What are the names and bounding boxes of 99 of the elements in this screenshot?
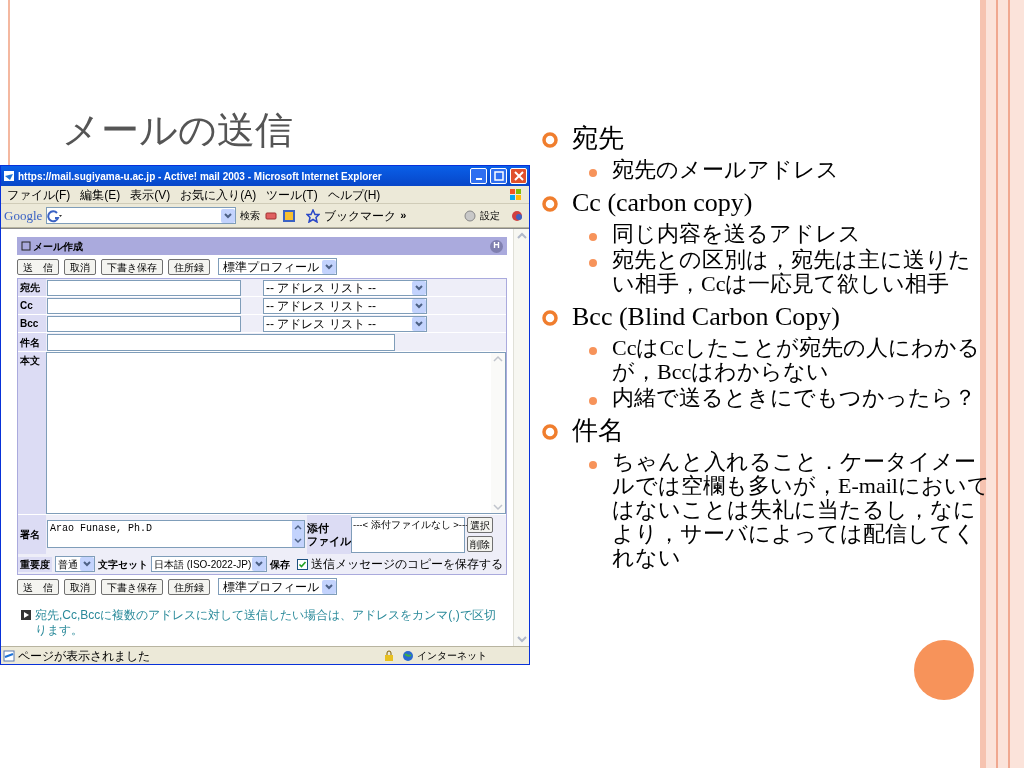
address-list-dropdown[interactable]: -- アドレス リスト -- — [263, 298, 427, 314]
address-field[interactable] — [47, 280, 241, 296]
windows-flag-icon — [509, 187, 523, 202]
page-icon — [3, 649, 15, 662]
form-button[interactable]: 下書き保存 — [101, 258, 163, 275]
star-icon — [306, 208, 321, 223]
sub-bullet-text: 内緒で送るときにでもつかったら？ — [612, 386, 977, 410]
bullet-text: 宛先 — [572, 123, 624, 155]
window-title: https://mail.sugiyama-u.ac.jp - Active! mail 2003 - Microsoft Internet Explorer — [18, 169, 383, 184]
dot-bullet-icon — [588, 396, 598, 406]
settings-icon — [464, 209, 476, 222]
sub-bullet-text: CcはCcしたことが宛先の人にわかるが，Bccはわからない — [612, 336, 981, 384]
info-note: 宛先,Cc,Bccに複数のアドレスに対して送信したい場合は、アドレスをカンマ(,)で区切ります。 — [35, 608, 497, 638]
panel-title: メール作成 — [33, 239, 83, 254]
dot-bullet-icon — [588, 258, 598, 268]
charset-dropdown[interactable]: 日本語 (ISO-2022-JP) — [151, 556, 267, 572]
help-button[interactable]: H — [490, 239, 503, 253]
menu-item[interactable]: ファイル(F) — [7, 185, 71, 204]
menu-item[interactable]: お気に入り(A) — [180, 185, 257, 204]
field-label: ファイル — [307, 534, 351, 548]
form-button[interactable]: 送 信 — [17, 258, 59, 275]
ring-bullet-icon — [540, 422, 560, 442]
bullet-text: 件名 — [572, 415, 624, 447]
sub-bullet-text: ちゃんと入れること．ケータイメールでは空欄も多いが，E-mailにおいてはないことは失礼に当たるし，なにより，サーバによっては配信してくれない — [612, 450, 990, 570]
form-button[interactable]: 下書き保存 — [101, 578, 163, 595]
address-list-dropdown[interactable]: -- アドレス リスト -- — [263, 316, 427, 332]
bullet-text: Cc (carbon copy) — [572, 187, 753, 219]
field-label: Bcc — [18, 315, 46, 332]
address-list-dropdown[interactable]: -- アドレス リスト -- — [263, 280, 427, 296]
address-field[interactable] — [47, 298, 241, 314]
more-button[interactable]: » — [400, 207, 407, 224]
maximize-icon — [492, 170, 505, 182]
form-button[interactable]: 住所録 — [168, 258, 210, 275]
sub-bullet-text: 宛先との区別は，宛先は主に送りたい相手，Ccは一応見て欲しい相手 — [612, 248, 972, 296]
dropdown-text: -- アドレス リスト -- — [266, 298, 376, 315]
maximize-button[interactable] — [490, 168, 507, 184]
form-button[interactable]: 取消 — [64, 258, 96, 275]
search-field[interactable] — [46, 207, 237, 224]
ring-bullet-icon — [540, 308, 560, 328]
dot-bullet-icon — [588, 460, 598, 470]
checkbox[interactable] — [297, 558, 308, 570]
page-icon — [3, 170, 15, 182]
dropdown-text: 普通 — [58, 557, 78, 572]
field-label: 保存 — [270, 557, 290, 572]
google-g-icon — [47, 208, 64, 223]
body-field[interactable] — [46, 352, 506, 514]
search-button[interactable]: 検索 — [240, 208, 261, 223]
field-label: 宛先 — [18, 279, 46, 296]
status-text: ページが表示されました — [18, 647, 151, 665]
signature-text: Arao Funase, Ph.D — [49, 522, 153, 536]
close-icon — [512, 170, 525, 182]
dropdown-text: -- アドレス リスト -- — [266, 316, 376, 333]
signature-field[interactable]: Arao Funase, Ph.D — [47, 520, 305, 548]
form-button[interactable]: 送 信 — [17, 578, 59, 595]
field-label: Cc — [18, 297, 46, 314]
square-icon — [21, 241, 31, 251]
subject-field[interactable] — [47, 334, 395, 351]
menu-item[interactable]: 編集(E) — [80, 185, 121, 204]
circle-decoration — [914, 640, 974, 700]
menu-item[interactable]: ヘルプ(H) — [327, 185, 381, 204]
ring-bullet-icon — [540, 194, 560, 214]
zone-text: インターネット — [417, 649, 488, 663]
scrollbar[interactable] — [513, 229, 529, 646]
field-label: 署名 — [18, 515, 46, 554]
minimize-icon — [475, 178, 482, 180]
address-field[interactable] — [47, 316, 241, 332]
google-logo: Google — [4, 206, 43, 225]
close-button[interactable] — [510, 168, 527, 184]
bullet-text: Bcc (Blind Carbon Copy) — [572, 301, 840, 333]
form-button[interactable]: 削除 — [467, 536, 493, 552]
dropdown-text: -- アドレス リスト -- — [266, 280, 376, 297]
field-label: 本文 — [18, 352, 46, 514]
ring-bullet-icon — [540, 130, 560, 150]
dot-bullet-icon — [588, 168, 598, 178]
field-label: 文字セット — [98, 557, 148, 572]
dot-bullet-icon — [588, 232, 598, 242]
slide-title: メールの送信 — [62, 108, 293, 153]
dot-bullet-icon — [588, 346, 598, 356]
sub-bullet-text: 同じ内容を送るアドレス — [612, 222, 862, 246]
globe-icon — [402, 649, 414, 662]
checkbox-label[interactable]: 送信メッセージのコピーを保存する — [311, 555, 503, 573]
menu-item[interactable]: 表示(V) — [130, 185, 171, 204]
menu-item[interactable]: ツール(T) — [266, 185, 318, 204]
field-label: 件名 — [18, 333, 46, 351]
form-button[interactable]: 取消 — [64, 578, 96, 595]
sub-bullet-text: 宛先のメールアドレス — [612, 158, 840, 182]
lock-icon — [383, 649, 395, 662]
priority-dropdown[interactable]: 普通 — [55, 556, 95, 572]
field-label: 重要度 — [18, 556, 52, 572]
profile-text: 標準プロフィール — [223, 258, 319, 276]
form-button[interactable]: 住所録 — [168, 578, 210, 595]
minimize-button[interactable] — [470, 168, 487, 184]
bookmarks-button[interactable]: ブックマーク — [324, 206, 397, 225]
form-button[interactable]: 選択 — [467, 517, 493, 533]
play-icon — [21, 610, 31, 620]
profile-text: 標準プロフィール — [223, 578, 319, 596]
field-label: 添付 — [307, 521, 330, 535]
dropdown-text: 日本語 (ISO-2022-JP) — [154, 557, 252, 572]
settings-button[interactable]: 設定 — [480, 208, 500, 223]
